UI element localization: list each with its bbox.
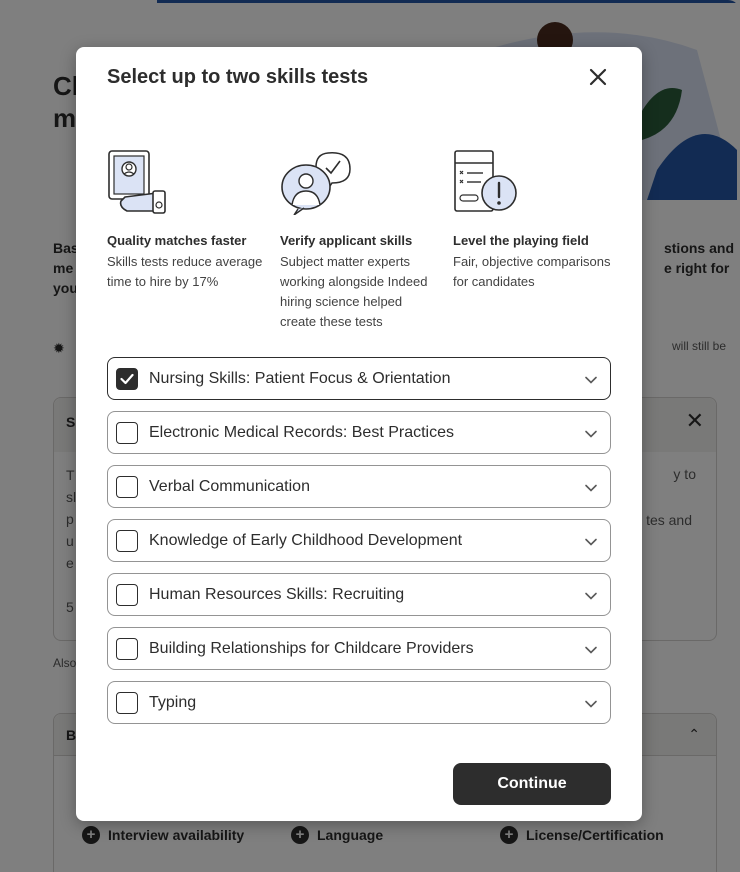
continue-button[interactable]: Continue	[453, 763, 611, 805]
modal-title: Select up to two skills tests	[107, 66, 369, 88]
option-early-childhood-development[interactable]: Knowledge of Early Childhood Development	[107, 519, 611, 562]
option-label: Verbal Communication	[149, 478, 310, 495]
chevron-down-icon[interactable]	[584, 589, 598, 603]
option-label: Human Resources Skills: Recruiting	[149, 586, 405, 603]
feature-description: Fair, objective comparisons for candidat…	[453, 254, 611, 289]
checkbox[interactable]	[116, 692, 138, 714]
option-label: Typing	[149, 694, 197, 711]
checkbox[interactable]	[116, 638, 138, 660]
close-icon	[589, 68, 607, 86]
feature-title: Level the playing field	[453, 233, 589, 248]
option-label: Nursing Skills: Patient Focus & Orientat…	[149, 370, 451, 387]
option-label: Building Relationships for Childcare Pro…	[149, 640, 474, 657]
feature-description: Skills tests reduce average time to hire…	[107, 254, 263, 289]
option-electronic-medical-records[interactable]: Electronic Medical Records: Best Practic…	[107, 411, 611, 454]
feature-title: Verify applicant skills	[280, 233, 413, 248]
option-verbal-communication[interactable]: Verbal Communication	[107, 465, 611, 508]
option-typing[interactable]: Typing	[107, 681, 611, 724]
feature-level: Level the playing field Fair, objective …	[453, 149, 613, 292]
checkbox[interactable]	[116, 584, 138, 606]
verified-person-icon	[280, 149, 440, 219]
chevron-down-icon[interactable]	[584, 643, 598, 657]
checkbox-checked[interactable]	[116, 368, 138, 390]
skills-test-modal: Select up to two skills tests Quality ma…	[76, 47, 642, 821]
id-badge-icon	[107, 149, 267, 219]
option-label: Knowledge of Early Childhood Development	[149, 532, 463, 549]
close-button[interactable]	[584, 63, 612, 91]
feature-verify: Verify applicant skills Subject matter e…	[280, 149, 440, 332]
chevron-down-icon[interactable]	[584, 427, 598, 441]
chevron-down-icon[interactable]	[584, 535, 598, 549]
option-label: Electronic Medical Records: Best Practic…	[149, 424, 454, 441]
chevron-down-icon[interactable]	[584, 481, 598, 495]
checkbox[interactable]	[116, 422, 138, 444]
skills-test-options: Nursing Skills: Patient Focus & Orientat…	[107, 357, 611, 735]
checklist-alert-icon	[453, 149, 613, 219]
feature-description: Subject matter experts working alongside…	[280, 254, 428, 329]
chevron-down-icon[interactable]	[584, 697, 598, 711]
checkbox[interactable]	[116, 530, 138, 552]
option-hr-recruiting[interactable]: Human Resources Skills: Recruiting	[107, 573, 611, 616]
checkbox[interactable]	[116, 476, 138, 498]
features-row: Quality matches faster Skills tests redu…	[107, 149, 617, 339]
option-childcare-relationships[interactable]: Building Relationships for Childcare Pro…	[107, 627, 611, 670]
feature-quality: Quality matches faster Skills tests redu…	[107, 149, 267, 292]
option-nursing-skills[interactable]: Nursing Skills: Patient Focus & Orientat…	[107, 357, 611, 400]
chevron-down-icon[interactable]	[584, 373, 598, 387]
checkmark-icon	[120, 373, 134, 385]
feature-title: Quality matches faster	[107, 233, 247, 248]
